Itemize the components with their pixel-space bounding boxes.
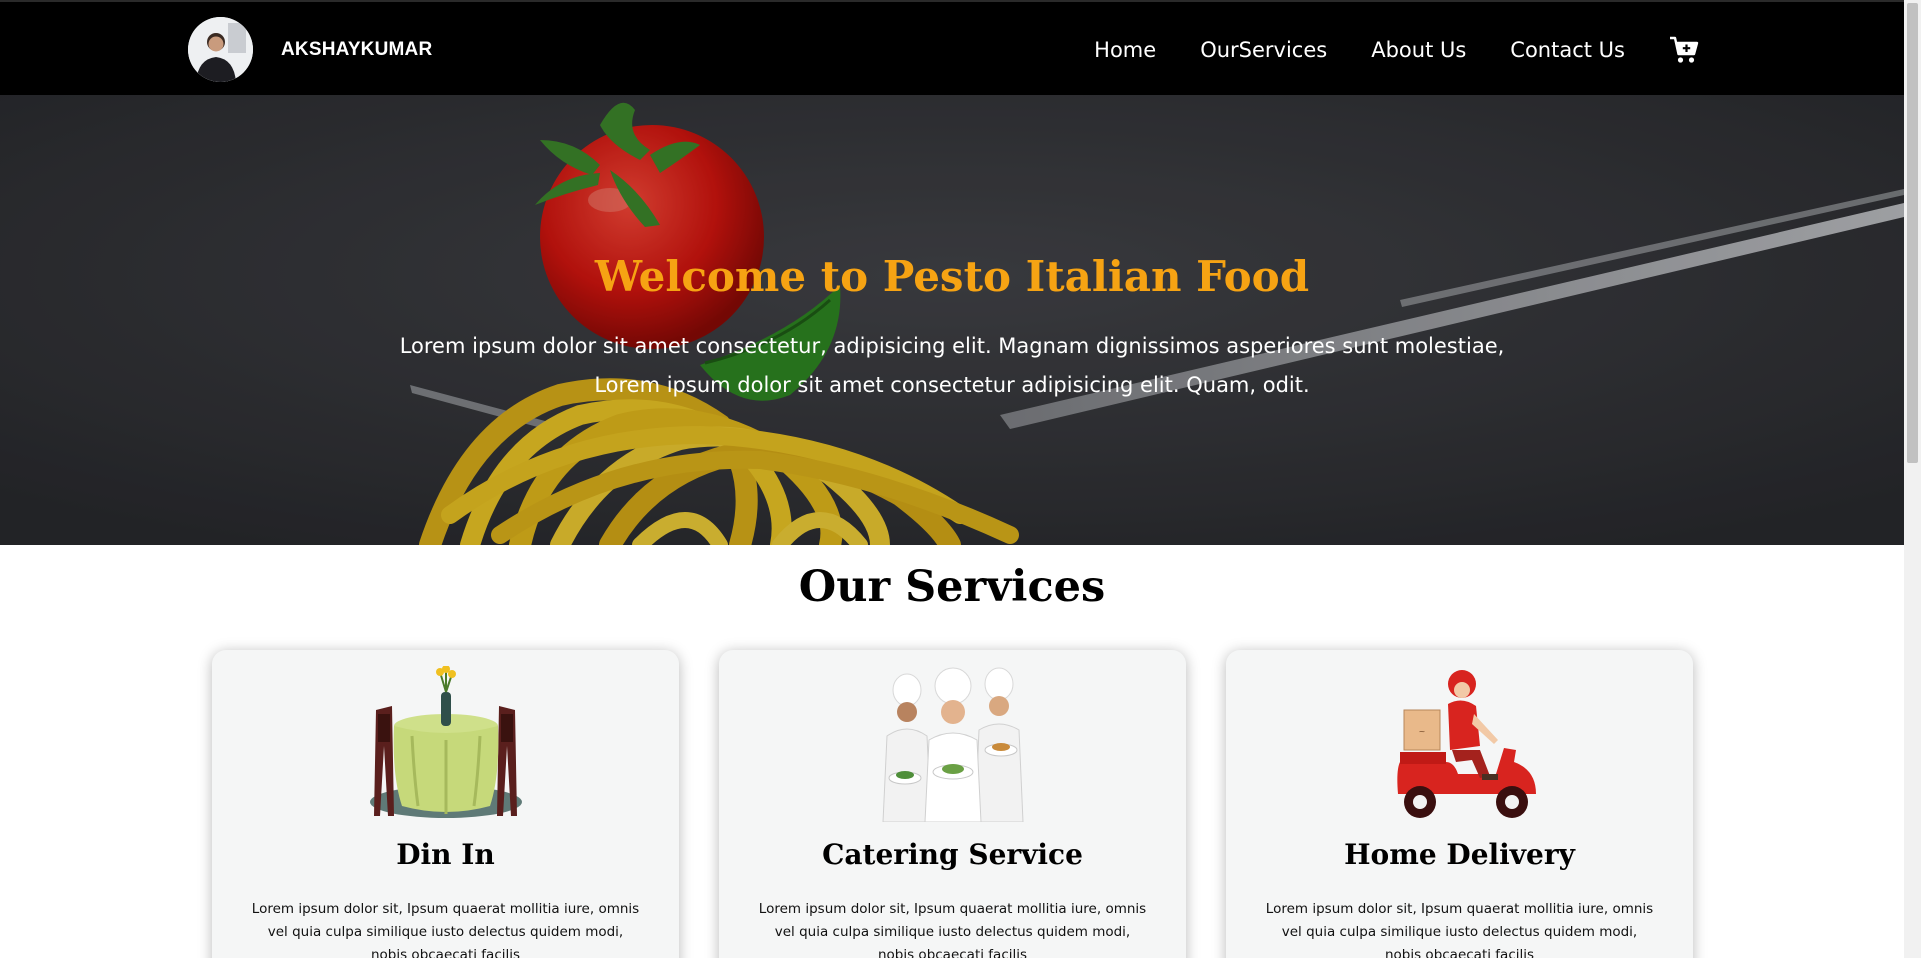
card-title: Home Delivery bbox=[1344, 838, 1575, 871]
brand-name[interactable]: AKSHAYKUMAR bbox=[281, 39, 432, 61]
avatar[interactable] bbox=[188, 17, 253, 82]
page-scrollbar[interactable] bbox=[1904, 0, 1921, 958]
card-title: Catering Service bbox=[822, 838, 1083, 871]
hero-banner: Welcome to Pesto Italian Food Lorem ipsu… bbox=[0, 95, 1904, 545]
card-text: Lorem ipsum dolor sit, Ipsum quaerat mol… bbox=[1265, 901, 1654, 958]
service-card-catering[interactable]: Catering Service Lorem ipsum dolor sit, … bbox=[719, 650, 1186, 958]
services-heading: Our Services bbox=[798, 562, 1106, 612]
hero-text-line-1: Lorem ipsum dolor sit amet consectetur, … bbox=[399, 334, 1505, 358]
service-card-home-delivery[interactable]: ~ Home Delivery Lorem ipsum dolor sit, I… bbox=[1226, 650, 1693, 958]
navbar: AKSHAYKUMAR Home OurServices About Us Co… bbox=[0, 0, 1904, 95]
delivery-scooter-icon: ~ bbox=[1397, 670, 1536, 818]
service-card-dine-in[interactable]: Din In Lorem ipsum dolor sit, Ipsum quae… bbox=[212, 650, 679, 958]
hero-text-line-2: Lorem ipsum dolor sit amet consectetur a… bbox=[594, 373, 1310, 397]
nav-link-contact-us[interactable]: Contact Us bbox=[1510, 38, 1625, 62]
brand[interactable]: AKSHAYKUMAR bbox=[188, 17, 432, 82]
scrollbar-thumb[interactable] bbox=[1907, 3, 1918, 463]
hero-description: Lorem ipsum dolor sit amet consectetur, … bbox=[0, 327, 1904, 405]
card-text: Lorem ipsum dolor sit, Ipsum quaerat mol… bbox=[251, 901, 640, 958]
cart-plus-icon[interactable] bbox=[1669, 35, 1699, 65]
hero-overlay bbox=[0, 95, 1904, 545]
nav-link-home[interactable]: Home bbox=[1094, 38, 1156, 62]
nav-links: Home OurServices About Us Contact Us bbox=[1050, 2, 1699, 97]
nav-link-about-us[interactable]: About Us bbox=[1371, 38, 1466, 62]
chefs-icon bbox=[869, 666, 1036, 822]
dining-table-icon bbox=[370, 666, 522, 818]
hero-title: Welcome to Pesto Italian Food bbox=[594, 252, 1310, 301]
nav-link-our-services[interactable]: OurServices bbox=[1200, 38, 1327, 62]
card-title: Din In bbox=[396, 838, 495, 871]
card-text: Lorem ipsum dolor sit, Ipsum quaerat mol… bbox=[758, 901, 1147, 958]
svg-text:~: ~ bbox=[1419, 727, 1426, 736]
avatar-photo bbox=[188, 17, 253, 82]
